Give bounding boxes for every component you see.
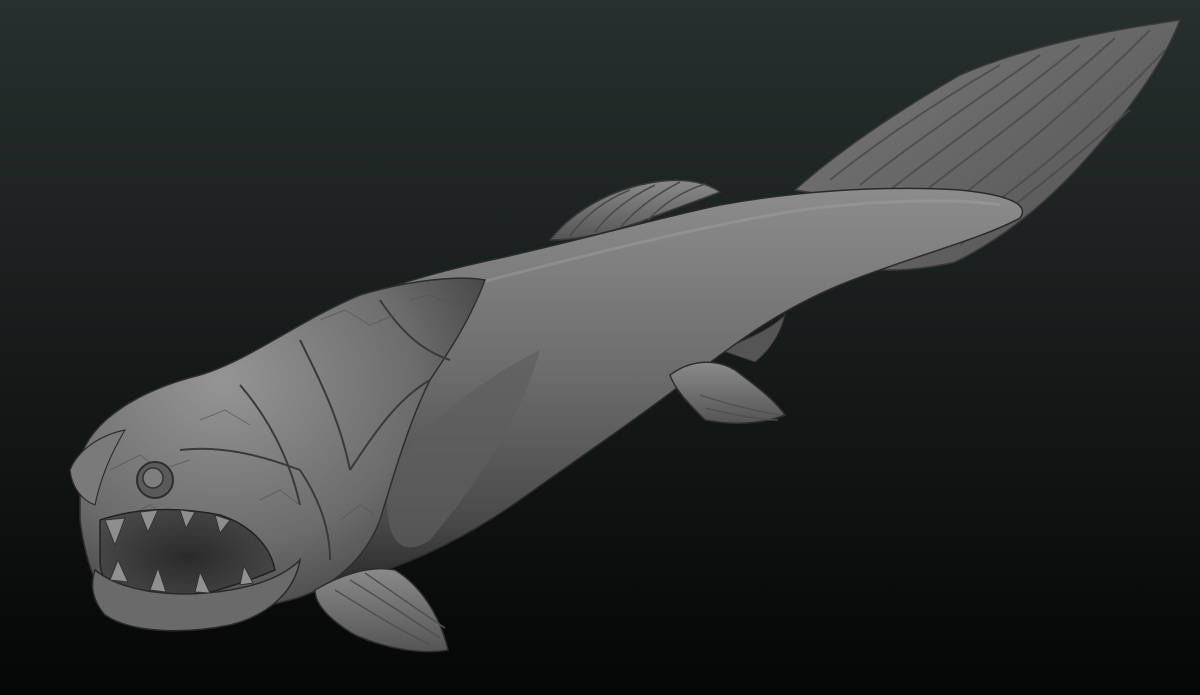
sculpt-viewport [0,0,1200,695]
render-canvas [0,0,1200,695]
eye [142,467,164,489]
